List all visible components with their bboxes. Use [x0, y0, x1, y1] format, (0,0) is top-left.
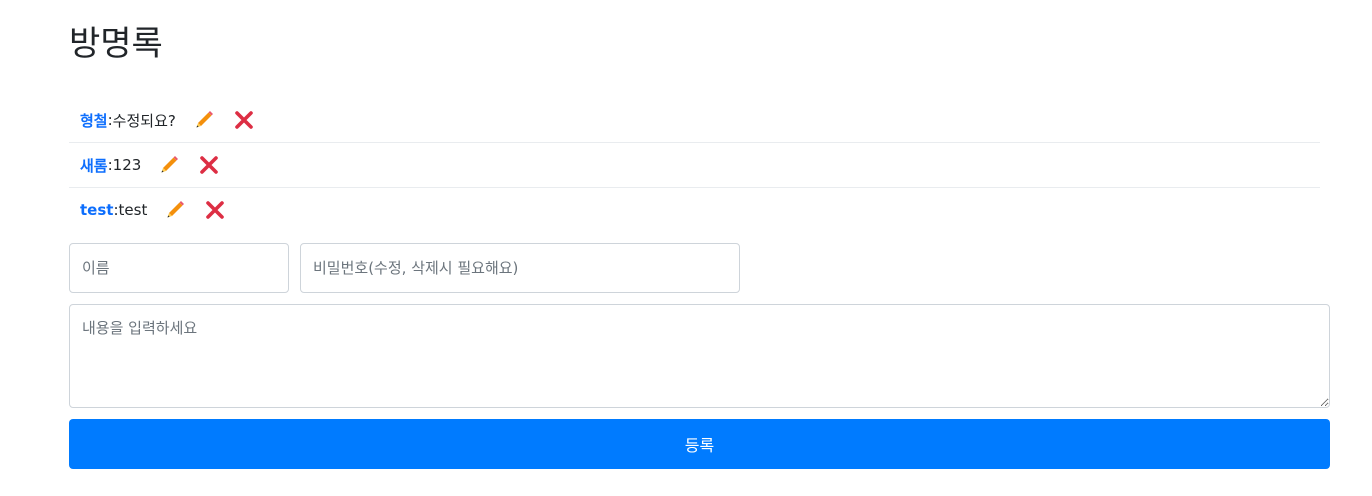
close-icon[interactable]	[232, 108, 256, 132]
submit-button[interactable]: 등록	[69, 419, 1330, 469]
entry-author: 새롬	[80, 156, 108, 175]
password-input[interactable]	[300, 243, 740, 293]
page-title: 방명록	[69, 24, 163, 64]
close-icon[interactable]	[203, 198, 227, 222]
entry-item: 새롬:123	[69, 143, 1320, 188]
entry-content: test	[118, 201, 148, 219]
entry-content: 수정되요?	[112, 111, 176, 130]
entry-item: test: test	[69, 188, 1320, 232]
pencil-icon[interactable]	[192, 108, 216, 132]
name-input[interactable]	[69, 243, 289, 293]
content-textarea[interactable]	[69, 304, 1330, 408]
entry-content: 123	[112, 156, 142, 174]
guestbook-page: 방명록 형철: 수정되요? 새롬:123 test: test 이름 내용을 …	[0, 0, 1372, 496]
pencil-icon[interactable]	[163, 198, 187, 222]
close-icon[interactable]	[197, 153, 221, 177]
entry-list: 형철: 수정되요? 새롬:123 test: test	[69, 98, 1320, 232]
pencil-icon[interactable]	[157, 153, 181, 177]
entry-author: 형철	[80, 111, 108, 130]
entry-item: 형철: 수정되요?	[69, 98, 1320, 143]
entry-author: test	[80, 201, 114, 219]
